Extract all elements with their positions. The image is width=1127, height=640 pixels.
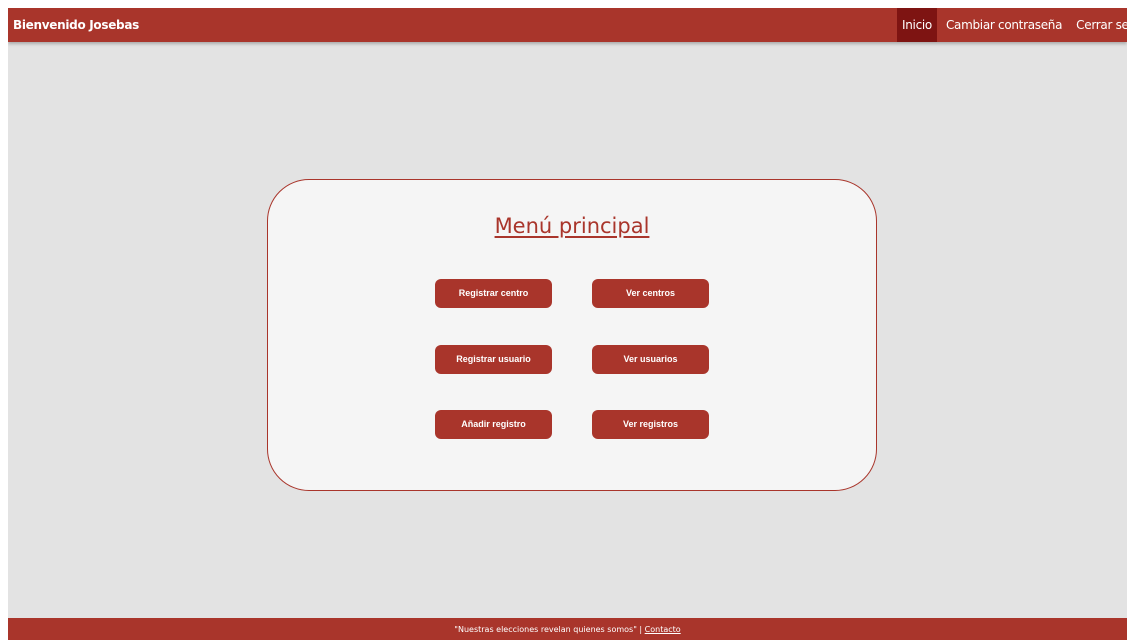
ver-registros-button[interactable]: Ver registros	[592, 410, 709, 439]
page-title: Menú principal	[494, 214, 650, 238]
registrar-usuario-button[interactable]: Registrar usuario	[435, 345, 552, 374]
nav-link-cambiar-contrasena[interactable]: Cambiar contraseña	[941, 8, 1067, 42]
nav-link-inicio[interactable]: Inicio	[897, 8, 937, 42]
footer-quote: "Nuestras elecciones revelan quienes som…	[454, 625, 637, 634]
welcome-brand: Bienvenido Josebas	[13, 18, 139, 32]
ver-centros-button[interactable]: Ver centros	[592, 279, 709, 308]
anadir-registro-button[interactable]: Añadir registro	[435, 410, 552, 439]
app-window: Bienvenido Josebas Inicio Cambiar contra…	[8, 8, 1127, 640]
nav-links: Inicio Cambiar contraseña Cerrar sesión	[897, 8, 1127, 42]
ver-usuarios-button[interactable]: Ver usuarios	[592, 345, 709, 374]
footer: "Nuestras elecciones revelan quienes som…	[8, 618, 1127, 640]
footer-separator: |	[636, 625, 645, 634]
nav-link-cerrar-sesion[interactable]: Cerrar sesión	[1071, 8, 1127, 42]
main-menu-card: Menú principal Registrar centro Ver cent…	[267, 179, 877, 491]
footer-contact-link[interactable]: Contacto	[645, 625, 681, 634]
top-navbar: Bienvenido Josebas Inicio Cambiar contra…	[8, 8, 1127, 42]
registrar-centro-button[interactable]: Registrar centro	[435, 279, 552, 308]
